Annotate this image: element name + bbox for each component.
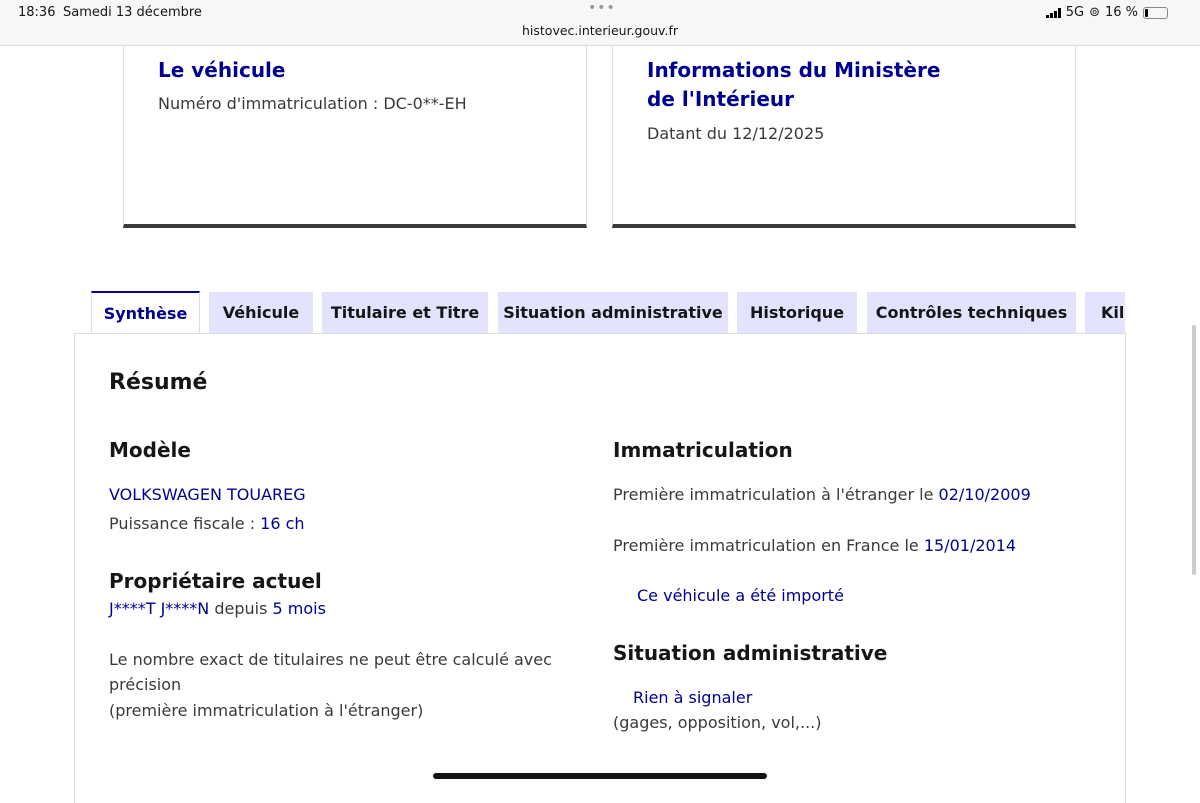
fiscal-power-label: Puissance fiscale :: [109, 514, 256, 533]
home-indicator[interactable]: [433, 773, 767, 779]
since-value: 5 mois: [272, 599, 326, 618]
scrollbar[interactable]: [1192, 325, 1196, 575]
tab-vehicule[interactable]: Véhicule: [209, 292, 313, 334]
browser-status-bar: 18:36 Samedi 13 décembre ••• histovec.in…: [0, 0, 1200, 46]
france-date: 15/01/2014: [923, 536, 1017, 555]
tab-titulaire[interactable]: Titulaire et Titre: [322, 292, 488, 334]
admin-heading: Situation administrative: [613, 641, 888, 665]
tab-historique[interactable]: Historique: [737, 292, 857, 334]
fiscal-power: Puissance fiscale : 16 ch: [109, 511, 305, 536]
since-label: depuis: [214, 599, 268, 618]
clock: 18:36: [18, 5, 56, 20]
more-dots-icon[interactable]: •••: [588, 0, 616, 16]
france-registration: Première immatriculation en France le 15…: [613, 533, 1016, 558]
battery-icon: [1143, 6, 1168, 19]
owner-line: J****T J****N depuis 5 mois: [109, 596, 326, 621]
registration-heading: Immatriculation: [613, 438, 793, 462]
owner-note-3: (première immatriculation à l'étranger): [109, 701, 424, 720]
admin-detail: (gages, opposition, vol,...): [613, 713, 822, 732]
tab-synthese[interactable]: Synthèse: [91, 291, 200, 334]
fiscal-power-value: 16 ch: [260, 514, 305, 533]
network-label: 5G: [1065, 5, 1085, 20]
summary-title: Résumé: [109, 370, 208, 395]
registration-number: Numéro d'immatriculation : DC-0**-EH: [158, 94, 467, 113]
date: Samedi 13 décembre: [63, 5, 202, 20]
data-date: Datant du 12/12/2025: [647, 124, 825, 143]
tab-situation[interactable]: Situation administrative: [498, 292, 728, 334]
ministry-card: Informations du Ministère de l'Intérieur…: [612, 46, 1076, 228]
model-name: VOLKSWAGEN TOUAREG: [109, 485, 306, 504]
foreign-date: 02/10/2009: [938, 485, 1031, 504]
orientation-lock-icon: ⊚: [1089, 5, 1100, 20]
model-heading: Modèle: [109, 438, 191, 462]
owner-note-1: Le nombre exact de titulaires ne peut êt…: [109, 650, 552, 669]
tab-controles[interactable]: Contrôles techniques: [867, 292, 1076, 334]
imported-notice: Ce véhicule a été importé: [637, 586, 844, 605]
owner-note-2: précision: [109, 675, 182, 694]
synthese-panel: [74, 333, 1126, 803]
battery-percent: 16 %: [1104, 5, 1138, 20]
url-bar[interactable]: histovec.interieur.gouv.fr: [0, 23, 1200, 38]
owner-name: J****T J****N: [109, 599, 210, 618]
france-label: Première immatriculation en France le: [613, 536, 919, 555]
card-title: Le véhicule: [158, 58, 286, 82]
foreign-label: Première immatriculation à l'étranger le: [613, 485, 934, 504]
vehicle-card: Le véhicule Numéro d'immatriculation : D…: [123, 46, 587, 228]
card-title: Informations du Ministère de l'Intérieur: [647, 58, 941, 111]
signal-icon: [1045, 7, 1061, 18]
admin-status: Rien à signaler: [633, 688, 753, 707]
tab-bar: Synthèse Véhicule Titulaire et Titre Sit…: [91, 291, 1125, 334]
owner-heading: Propriétaire actuel: [109, 569, 322, 593]
foreign-registration: Première immatriculation à l'étranger le…: [613, 482, 1031, 507]
tab-kilometrage[interactable]: Kilométrage: [1085, 292, 1125, 334]
